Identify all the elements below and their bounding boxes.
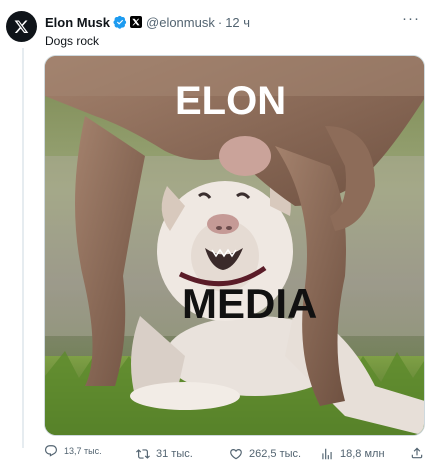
heart-icon (230, 449, 242, 460)
retweet-button[interactable]: 31 тыс. (136, 447, 193, 461)
reply-button[interactable]: 13,7 тыс. (44, 444, 102, 458)
caption-top: ELON (175, 79, 286, 123)
retweet-count: 31 тыс. (156, 448, 193, 460)
separator-dot: · (217, 14, 223, 30)
x-affiliation-icon (130, 16, 143, 28)
author-name[interactable]: Elon Musk (45, 15, 110, 30)
action-bar: 13,7 тыс. 31 тыс. 262,5 тыс. 18,8 млн (44, 442, 428, 466)
views-icon (322, 448, 332, 460)
tweet-text: Dogs rock (45, 34, 100, 48)
like-count: 262,5 тыс. (249, 448, 302, 460)
tweet-time[interactable]: 12 ч (225, 15, 250, 30)
caption-bottom: MEDIA (182, 280, 317, 327)
dog-photo: ELON MEDIA (45, 56, 424, 435)
author-handle[interactable]: @elonmusk (146, 15, 215, 30)
like-button[interactable]: 262,5 тыс. (229, 447, 301, 461)
verified-badge-icon (113, 15, 127, 29)
views-count: 18,8 млн (340, 448, 385, 460)
avatar[interactable] (6, 11, 37, 42)
views-button[interactable]: 18,8 млн (320, 447, 385, 461)
retweet-icon (136, 449, 150, 459)
x-logo-icon (14, 20, 29, 33)
tweet[interactable]: Elon Musk @elonmusk · 12 ч ··· Dogs rock (0, 0, 428, 466)
more-options-button[interactable]: ··· (402, 10, 420, 27)
reply-count: 13,7 тыс. (64, 446, 102, 456)
thread-line (22, 48, 24, 448)
share-button[interactable] (410, 446, 428, 460)
tweet-image[interactable]: ELON MEDIA (44, 55, 425, 436)
tweet-header: Elon Musk @elonmusk · 12 ч (45, 14, 418, 30)
reply-icon (45, 445, 57, 457)
share-icon (411, 447, 423, 459)
